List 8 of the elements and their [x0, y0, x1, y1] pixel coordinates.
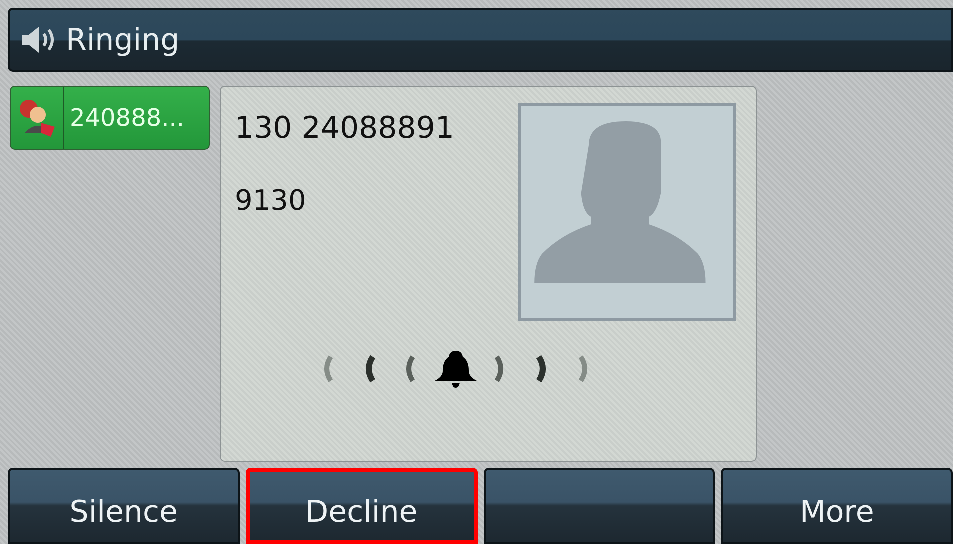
softkey[interactable]: [484, 468, 716, 544]
avatar-silhouette-icon: [518, 103, 736, 321]
softkey[interactable]: More: [721, 468, 953, 544]
line-number: 9130: [235, 184, 308, 217]
softkey[interactable]: Decline: [246, 468, 478, 544]
screen-title: Ringing: [66, 22, 180, 58]
softkey[interactable]: Silence: [8, 468, 240, 544]
caller-number: 130 24088891: [235, 111, 454, 146]
